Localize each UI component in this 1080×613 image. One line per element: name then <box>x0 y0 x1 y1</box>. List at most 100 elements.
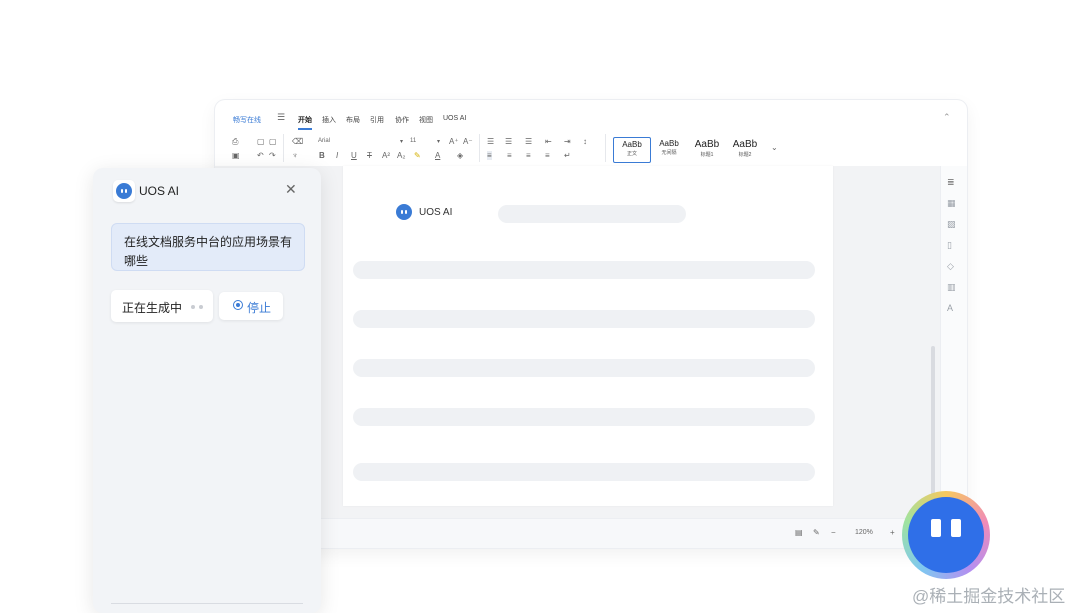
bold-icon[interactable]: B <box>319 151 325 160</box>
style-no-spacing[interactable]: AaBb 无间隔 <box>651 137 687 161</box>
align-right-icon[interactable]: ≡ <box>526 151 531 160</box>
document-page[interactable]: UOS AI <box>343 166 833 506</box>
document-editor-window: 畅写在线 ☰ 开始 插入 布局 引用 协作 视图 UOS AI ⌃ ⎙ ▣ ▢ … <box>215 100 967 548</box>
typing-dot <box>191 305 195 309</box>
generating-status: 正在生成中 <box>111 290 213 322</box>
typing-dot <box>199 305 203 309</box>
font-size-select[interactable]: 11 <box>410 138 416 144</box>
shrink-font-icon[interactable]: A⁻ <box>463 137 473 146</box>
uos-ai-floating-button[interactable] <box>902 491 990 579</box>
bullet-list-icon[interactable]: ☰ <box>487 137 494 146</box>
subscript-icon[interactable]: A₂ <box>397 151 405 160</box>
assistant-eye <box>931 519 941 537</box>
zoom-out-button[interactable]: − <box>831 528 836 537</box>
style-label: 无间隔 <box>661 150 677 156</box>
panel-logo-tile <box>113 180 135 202</box>
toolbar-divider <box>605 134 606 162</box>
font-color-icon[interactable]: A <box>435 151 440 160</box>
tab-view[interactable]: 视图 <box>419 115 433 125</box>
image-settings-icon[interactable]: ▨ <box>947 219 956 230</box>
stop-button[interactable]: 停止 <box>219 292 283 320</box>
copy-icon[interactable]: ▢ <box>257 137 265 146</box>
tab-layout[interactable]: 布局 <box>346 115 360 125</box>
font-size-chevron-icon[interactable]: ▾ <box>437 138 440 145</box>
tab-references[interactable]: 引用 <box>370 115 384 125</box>
loading-placeholder <box>498 205 686 223</box>
generating-label: 正在生成中 <box>122 301 183 315</box>
page-ai-label: UOS AI <box>419 207 453 218</box>
save-icon[interactable]: ▣ <box>232 151 240 160</box>
loading-placeholder <box>353 408 815 426</box>
watermark: @稀土掘金技术社区 <box>912 587 1066 606</box>
justify-icon[interactable]: ≡ <box>545 151 550 160</box>
format-painter-icon[interactable]: ♆ <box>292 151 298 160</box>
redo-icon[interactable]: ↷ <box>269 151 276 160</box>
menu-icon[interactable]: ☰ <box>277 112 285 123</box>
undo-icon[interactable]: ↶ <box>257 151 264 160</box>
chart-settings-icon[interactable]: ▥ <box>947 282 956 293</box>
paragraph-settings-icon[interactable]: ≣ <box>947 177 955 188</box>
loading-placeholder <box>353 359 815 377</box>
italic-icon[interactable]: I <box>336 151 338 160</box>
style-normal[interactable]: AaBb 正文 <box>613 137 651 163</box>
font-family-chevron-icon[interactable]: ▾ <box>400 138 403 145</box>
track-changes-icon[interactable]: ✎ <box>813 528 820 537</box>
shape-settings-icon[interactable]: ◇ <box>947 261 954 272</box>
paragraph-mark-icon[interactable]: ↵ <box>564 151 571 160</box>
page-view-icon[interactable]: ▤ <box>795 528 803 537</box>
tab-collaborate[interactable]: 协作 <box>395 115 409 125</box>
zoom-in-button[interactable]: + <box>890 528 895 537</box>
numbered-list-icon[interactable]: ☰ <box>505 137 512 146</box>
style-heading-1[interactable]: AaBb 标题1 <box>689 137 725 161</box>
paste-icon[interactable]: ▢ <box>269 137 277 146</box>
print-icon[interactable]: ⎙ <box>232 137 238 147</box>
strikethrough-icon[interactable]: T <box>367 151 372 160</box>
uos-ai-logo-icon <box>396 204 412 220</box>
shading-icon[interactable]: ◈ <box>457 151 463 160</box>
status-bar: ▤ ✎ − 120% + <box>215 518 967 548</box>
line-spacing-icon[interactable]: ↕ <box>583 137 587 146</box>
uos-ai-panel: UOS AI ✕ 在线文档服务中台的应用场景有哪些 正在生成中 停止 <box>93 168 321 613</box>
right-sidebar: ≣ ▦ ▨ ▯ ◇ ▥ A <box>940 166 967 518</box>
eraser-icon[interactable]: ⌫ <box>292 137 303 146</box>
document-canvas: UOS AI ≣ ▦ ▨ ▯ ◇ ▥ A <box>215 166 967 518</box>
table-settings-icon[interactable]: ▦ <box>947 198 956 209</box>
header-footer-icon[interactable]: ▯ <box>947 240 952 251</box>
collapse-ribbon-icon[interactable]: ⌃ <box>943 112 951 123</box>
grow-font-icon[interactable]: A⁺ <box>449 137 459 146</box>
app-brand: 畅写在线 <box>233 117 261 124</box>
style-label: 标题1 <box>700 152 714 158</box>
close-icon[interactable]: ✕ <box>285 181 297 198</box>
vertical-scrollbar[interactable] <box>931 346 935 496</box>
align-center-icon[interactable]: ≡ <box>507 151 512 160</box>
tab-insert[interactable]: 插入 <box>322 115 336 125</box>
assistant-eye <box>951 519 961 537</box>
align-left-icon[interactable]: ≡ <box>487 151 492 160</box>
highlight-icon[interactable]: ✎ <box>414 151 421 160</box>
zoom-level[interactable]: 120% <box>855 529 873 536</box>
toolbar-divider <box>283 134 284 162</box>
increase-indent-icon[interactable]: ⇥ <box>564 137 571 146</box>
textart-settings-icon[interactable]: A <box>947 303 953 313</box>
stop-label: 停止 <box>247 301 272 315</box>
style-sample: AaBb <box>694 139 720 150</box>
stop-icon <box>233 300 243 310</box>
font-family-select[interactable]: Arial <box>318 138 330 144</box>
styles-expand-chevron-icon[interactable]: ⌄ <box>771 143 778 152</box>
user-question-bubble: 在线文档服务中台的应用场景有哪些 <box>111 223 305 271</box>
tab-start[interactable]: 开始 <box>298 115 312 130</box>
panel-title: UOS AI <box>139 184 180 198</box>
style-sample: AaBb <box>622 140 642 149</box>
style-heading-2[interactable]: AaBb 标题2 <box>727 137 763 161</box>
user-question-text: 在线文档服务中台的应用场景有哪些 <box>124 235 293 268</box>
multilevel-list-icon[interactable]: ☰ <box>525 137 532 146</box>
loading-placeholder <box>353 463 815 481</box>
tab-uos-ai[interactable]: UOS AI <box>443 115 466 122</box>
ribbon-toolbar: ⎙ ▣ ▢ ▢ ↶ ↷ ⌫ ♆ Arial ▾ 11 ▾ A⁺ A⁻ B I U… <box>215 130 967 167</box>
underline-icon[interactable]: U <box>351 151 357 160</box>
decrease-indent-icon[interactable]: ⇤ <box>545 137 552 146</box>
menu-bar: 畅写在线 ☰ 开始 插入 布局 引用 协作 视图 UOS AI ⌃ <box>215 100 967 130</box>
superscript-icon[interactable]: A² <box>382 151 390 160</box>
input-divider <box>111 603 303 604</box>
uos-ai-logo-icon <box>116 183 132 199</box>
